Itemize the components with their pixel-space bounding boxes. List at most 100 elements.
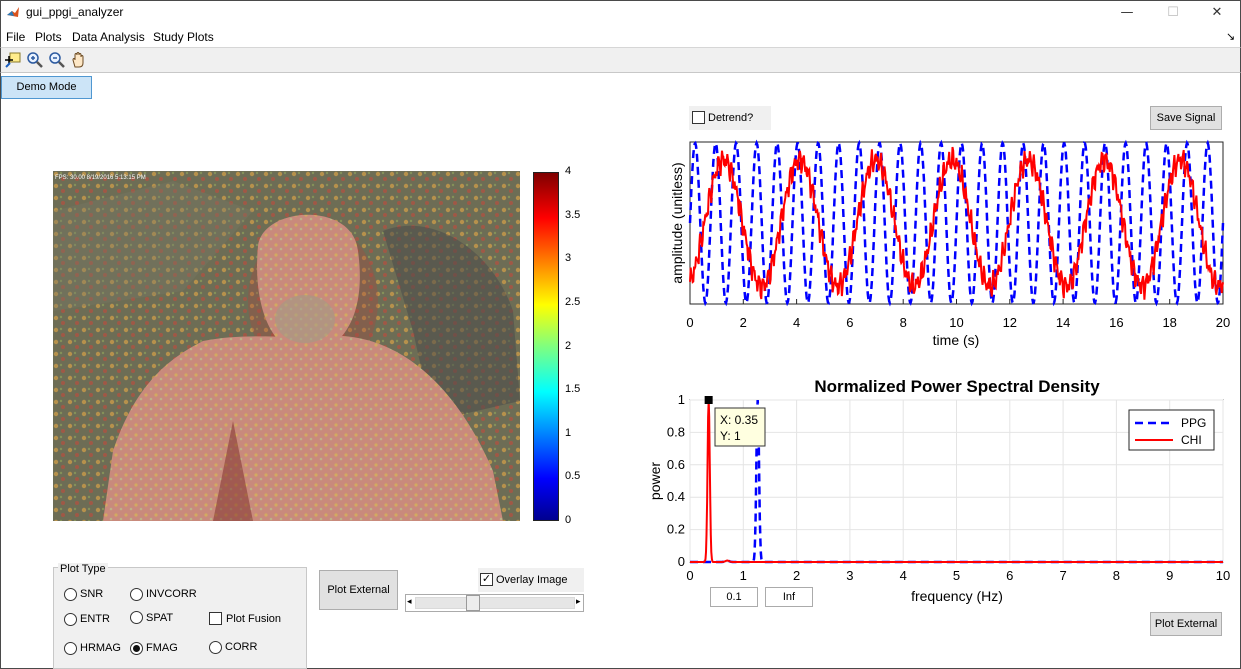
time-x-tick: 4 [793,315,800,330]
datatip-y: Y: 1 [720,429,741,443]
psd-y-tick: 0.2 [667,522,685,537]
psd-legend[interactable]: PPG CHI [1128,409,1215,451]
demo-mode-button[interactable]: Demo Mode [1,76,92,99]
radio-invcorr[interactable] [130,588,143,601]
time-x-tick: 12 [1003,315,1017,330]
psd-plot[interactable]: Normalized Power Spectral Density 0 0.2 0.… [640,372,1240,608]
overlay-image-checkbox[interactable]: ✓ [480,573,493,586]
colorbar-tick-label: 1 [565,426,572,439]
minimize-button[interactable]: — [1104,1,1150,25]
time-x-tick: 8 [900,315,907,330]
radio-entr[interactable] [64,613,77,626]
close-button[interactable]: ✕ [1194,1,1240,25]
psd-y-label: power [647,462,663,500]
legend-chi: CHI [1181,433,1202,447]
radio-snr[interactable] [64,588,77,601]
maximize-button[interactable]: ☐ [1150,1,1196,25]
time-x-tick: 0 [686,315,693,330]
radio-hrmag[interactable] [64,642,77,655]
slider-track[interactable] [415,597,575,609]
detrend-label: Detrend? [708,112,754,124]
colorbar-tick-label: 3.5 [565,208,581,221]
freq-low-input[interactable]: 0.1 [710,587,758,607]
plot-fusion-checkbox[interactable] [209,612,222,625]
colorbar-tick-label: 2.5 [565,295,581,308]
dock-icon[interactable]: ↘ [1226,30,1235,43]
plot-type-title: Plot Type [58,563,108,575]
psd-x-tick: 1 [740,568,747,583]
radio-entr-label: ENTR [80,613,110,625]
radio-corr[interactable] [209,641,222,654]
time-x-tick: 18 [1162,315,1176,330]
menu-file[interactable]: File [6,30,25,44]
datatip[interactable]: X: 0.35 Y: 1 [714,407,766,447]
plot-fusion-label: Plot Fusion [226,613,282,625]
psd-y-tick: 0.4 [667,489,685,504]
radio-fmag[interactable] [130,642,143,655]
matlab-app-icon [7,7,19,17]
time-x-tick: 10 [949,315,963,330]
colorbar-tick-label: 4 [565,165,572,177]
time-signal-plot[interactable]: 0 2 4 6 8 10 12 14 16 18 20 time (s) amp… [640,135,1240,355]
title-bar [0,0,1241,26]
slider-thumb[interactable] [466,595,480,611]
psd-x-tick: 5 [953,568,960,583]
time-y-label: amplitude (unitless) [669,162,685,283]
colorbar-tick-label: 3 [565,252,572,265]
overlay-image-label: Overlay Image [496,574,568,586]
menu-data-analysis[interactable]: Data Analysis [72,30,145,44]
radio-spat[interactable] [130,611,143,624]
psd-x-tick: 9 [1166,568,1173,583]
radio-fmag-label: FMAG [146,642,178,654]
time-x-tick: 14 [1056,315,1070,330]
radio-spat-label: SPAT [146,612,174,624]
freq-high-input[interactable]: Inf [765,587,813,607]
psd-title: Normalized Power Spectral Density [814,377,1100,396]
time-x-tick: 6 [846,315,853,330]
psd-x-tick: 6 [1006,568,1013,583]
face-heatmap-image[interactable]: FPS: 30.00 8/19/2016 5:13:15 PM [53,171,520,521]
radio-corr-label: CORR [225,641,258,653]
datatip-x: X: 0.35 [720,413,758,427]
colorbar [533,172,559,521]
colorbar-tick-label: 0.5 [565,470,581,483]
time-x-tick: 2 [740,315,747,330]
colorbar-tick-label: 0 [565,514,572,526]
psd-x-tick: 2 [793,568,800,583]
time-x-tick: 16 [1109,315,1123,330]
menu-study-plots[interactable]: Study Plots [153,30,214,44]
radio-hrmag-label: HRMAG [80,642,121,654]
psd-x-tick: 4 [900,568,907,583]
psd-y-tick: 0 [678,554,685,569]
plot-external-psd-button[interactable]: Plot External [1150,612,1222,636]
colorbar-tick-label: 1.5 [565,383,581,396]
psd-x-tick: 0 [686,568,693,583]
plot-external-image-button[interactable]: Plot External [319,570,398,610]
radio-invcorr-label: INVCORR [146,588,197,600]
data-cursor-icon[interactable] [3,50,23,70]
zoom-in-icon[interactable] [25,50,45,70]
psd-x-tick: 10 [1216,568,1230,583]
slider-right-arrow-icon[interactable]: ▸ [576,596,581,607]
menu-plots[interactable]: Plots [35,30,62,44]
psd-y-tick: 1 [678,392,685,407]
datatip-marker[interactable] [704,396,713,404]
toolbar [0,47,1241,73]
psd-x-label: frequency (Hz) [911,588,1003,604]
slider-left-arrow-icon[interactable]: ◂ [407,596,412,607]
time-x-tick: 20 [1216,315,1230,330]
window-title: gui_ppgi_analyzer [26,5,124,19]
save-signal-button[interactable]: Save Signal [1150,106,1222,130]
psd-y-tick: 0.6 [667,457,685,472]
zoom-out-icon[interactable] [47,50,67,70]
psd-y-tick: 0.8 [667,424,685,439]
psd-x-tick: 3 [846,568,853,583]
pan-hand-icon[interactable] [69,50,89,70]
radio-snr-label: SNR [80,588,104,600]
legend-ppg: PPG [1181,416,1206,430]
psd-x-tick: 8 [1113,568,1120,583]
image-timestamp: FPS: 30.00 8/19/2016 5:13:15 PM [55,175,146,181]
detrend-checkbox[interactable] [692,111,705,124]
colorbar-tick-label: 2 [565,339,572,352]
psd-x-tick: 7 [1059,568,1066,583]
